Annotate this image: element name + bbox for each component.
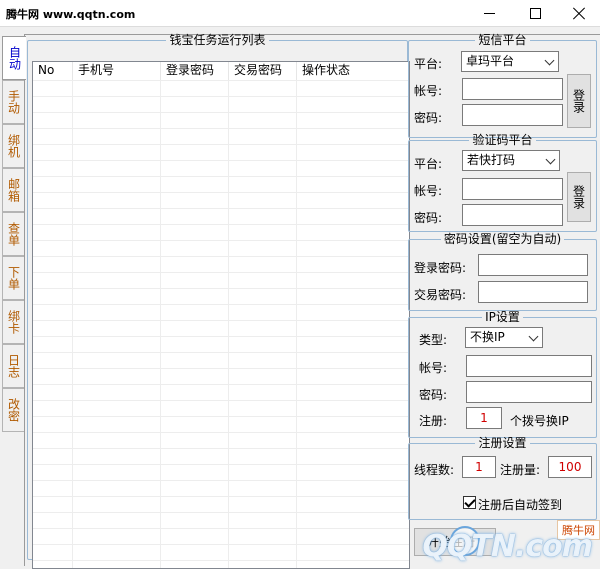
ip-type-value: 不换IP [470,330,505,344]
tab-place-order[interactable]: 下单 [2,256,24,300]
sms-account-label: 帐号: [414,84,443,98]
sms-password-input[interactable] [462,104,563,126]
auto-checkin-checkbox[interactable] [463,496,476,509]
tab-auto[interactable]: 自动 [2,36,26,80]
ip-password-label: 密码: [419,388,448,402]
register-count-input[interactable]: 100 [548,456,592,478]
password-settings-title: 密码设置(留空为自动) [443,232,562,246]
ip-account-input[interactable] [466,355,592,377]
login-password-label: 登录密码: [414,261,467,275]
ip-register-suffix: 个拨号换IP [510,414,569,428]
captcha-password-label: 密码: [414,211,443,225]
ip-settings-title: IP设置 [485,310,520,324]
ip-type-label: 类型: [419,333,448,347]
close-icon [572,7,586,21]
tab-log[interactable]: 日志 [2,344,24,388]
task-list-title: 钱宝任务运行列表 [169,33,266,47]
start-register-button[interactable]: 开始注册 [414,528,496,556]
ip-type-select[interactable]: 不换IP [465,327,543,348]
captcha-password-input[interactable] [462,204,563,226]
captcha-platform-label: 平台: [414,157,443,171]
sms-platform-title: 短信平台 [478,33,527,47]
tab-change-password[interactable]: 改密 [2,388,24,432]
captcha-account-input[interactable] [462,178,563,200]
column-header-phone[interactable]: 手机号 [73,62,161,80]
minimize-button[interactable] [466,0,512,27]
sms-login-button[interactable]: 登录 [567,74,591,128]
sms-platform-select[interactable]: 卓玛平台 [461,51,559,72]
table-body [33,80,409,568]
column-header-trade-password[interactable]: 交易密码 [229,62,297,80]
maximize-button[interactable] [512,0,558,27]
trade-password-input[interactable] [478,281,588,303]
captcha-account-label: 帐号: [414,184,443,198]
sms-platform-value: 卓玛平台 [466,54,515,68]
column-header-login-password[interactable]: 登录密码 [161,62,229,80]
ip-register-count-input[interactable]: 1 [466,407,502,429]
chevron-down-icon [544,55,555,66]
register-count-label: 注册量: [500,463,541,477]
task-table[interactable]: No 手机号 登录密码 交易密码 操作状态 [32,61,410,569]
threads-input[interactable]: 1 [462,456,496,478]
column-header-no[interactable]: No [33,62,73,80]
tab-query-order[interactable]: 查单 [2,212,24,256]
captcha-platform-title: 验证码平台 [472,133,533,147]
sms-platform-label: 平台: [414,57,443,71]
auto-checkin-label: 注册后自动签到 [478,498,563,512]
threads-label: 线程数: [414,463,455,477]
column-header-status[interactable]: 操作状态 [297,62,407,80]
chevron-down-icon [528,331,539,342]
chevron-down-icon [545,154,556,165]
login-password-input[interactable] [478,254,588,276]
tab-bind-card[interactable]: 绑卡 [2,300,24,344]
window-title: 腾牛网 www.qqtn.com [6,8,136,21]
title-bar: 腾牛网 www.qqtn.com [0,0,600,27]
ip-register-label: 注册: [419,414,448,428]
maximize-icon [529,8,541,19]
tab-bind-machine[interactable]: 绑机 [2,124,24,168]
table-header: No 手机号 登录密码 交易密码 操作状态 [33,62,409,80]
register-settings-title: 注册设置 [478,436,527,450]
captcha-platform-value: 若快打码 [467,153,516,167]
tab-mailbox[interactable]: 邮箱 [2,168,24,212]
minimize-icon [483,13,495,14]
ip-password-input[interactable] [466,381,592,403]
task-list-group: 钱宝任务运行列表 No 手机号 登录密码 交易密码 操作状态 [27,33,410,569]
sms-account-input[interactable] [462,78,563,100]
captcha-login-button[interactable]: 登录 [567,172,591,222]
ip-account-label: 帐号: [419,361,448,375]
close-button[interactable] [558,0,600,27]
captcha-platform-select[interactable]: 若快打码 [462,150,560,171]
tab-manual[interactable]: 手动 [2,80,24,124]
trade-password-label: 交易密码: [414,288,467,302]
sms-password-label: 密码: [414,111,443,125]
